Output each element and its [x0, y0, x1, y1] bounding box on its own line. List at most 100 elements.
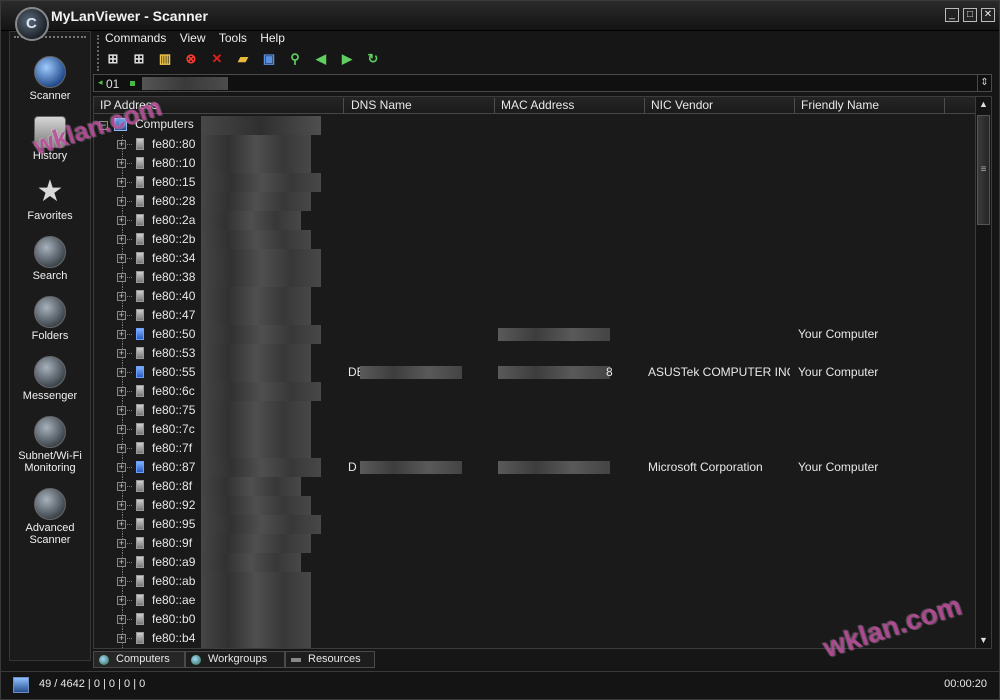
table-row[interactable]: + fe80::b4: [94, 629, 974, 648]
expand-icon[interactable]: +: [117, 349, 126, 358]
save-icon[interactable]: ▣: [261, 51, 277, 67]
expand-icon[interactable]: +: [117, 463, 126, 472]
maximize-button[interactable]: □: [963, 8, 977, 22]
refresh-icon[interactable]: ↻: [365, 51, 381, 67]
table-row[interactable]: + fe80::95: [94, 515, 974, 534]
delete-icon[interactable]: ✕: [209, 51, 225, 67]
expand-icon[interactable]: +: [117, 615, 126, 624]
table-row[interactable]: + fe80::92: [94, 496, 974, 515]
column-ip-address[interactable]: IP Address: [94, 98, 344, 113]
table-row[interactable]: + fe80::ae: [94, 591, 974, 610]
table-row[interactable]: + fe80::7c: [94, 420, 974, 439]
expand-icon[interactable]: +: [117, 444, 126, 453]
computer-icon: [136, 499, 144, 511]
table-row[interactable]: + fe80::40: [94, 287, 974, 306]
column-friendly-name[interactable]: Friendly Name: [795, 98, 945, 113]
expand-icon[interactable]: +: [117, 577, 126, 586]
sidebar-item-advanced-scanner[interactable]: Advanced Scanner: [10, 488, 90, 546]
table-row[interactable]: + fe80::ab: [94, 572, 974, 591]
address-bar[interactable]: ◂ 01 ⇕: [93, 74, 992, 92]
copy-icon[interactable]: ▥: [157, 51, 173, 67]
expand-icon[interactable]: +: [117, 501, 126, 510]
menu-commands[interactable]: Commands: [105, 31, 166, 45]
tab-workgroups[interactable]: Workgroups: [185, 651, 285, 668]
table-row[interactable]: + fe80::55 DE 8 ASUSTek COMPUTER INC Your Com…: [94, 363, 974, 382]
sidebar-item-messenger[interactable]: Messenger: [10, 356, 90, 402]
sidebar-item-scanner[interactable]: Scanner: [10, 56, 90, 102]
tab-resources[interactable]: Resources: [285, 651, 375, 668]
open-folder-icon[interactable]: ▰: [235, 51, 251, 67]
expand-icon[interactable]: +: [117, 539, 126, 548]
expand-icon[interactable]: +: [117, 216, 126, 225]
expand-icon[interactable]: +: [117, 311, 126, 320]
table-row[interactable]: + fe80::34: [94, 249, 974, 268]
table-row[interactable]: + fe80::2b: [94, 230, 974, 249]
column-mac-address[interactable]: MAC Address: [495, 98, 645, 113]
expand-icon[interactable]: +: [117, 140, 126, 149]
computer-icon: [136, 271, 144, 283]
column-dns-name[interactable]: DNS Name: [345, 98, 495, 113]
column-nic-vendor[interactable]: NIC Vendor: [645, 98, 795, 113]
network-icon: [114, 118, 127, 131]
sidebar-item-monitoring[interactable]: Subnet/Wi-Fi Monitoring: [10, 416, 90, 474]
table-row[interactable]: + fe80::75: [94, 401, 974, 420]
table-row[interactable]: + fe80::9f: [94, 534, 974, 553]
expand-icon[interactable]: +: [117, 482, 126, 491]
table-row[interactable]: + fe80::50 Your Computer: [94, 325, 974, 344]
close-button[interactable]: ✕: [981, 8, 995, 22]
sidebar-item-folders[interactable]: Folders: [10, 296, 90, 342]
expand-icon[interactable]: +: [117, 368, 126, 377]
scroll-down-icon[interactable]: ▼: [976, 633, 991, 648]
menu-help[interactable]: Help: [260, 31, 285, 45]
find-icon[interactable]: ⚲: [287, 51, 303, 67]
expand-icon[interactable]: +: [117, 197, 126, 206]
sidebar-item-favorites[interactable]: ★ Favorites: [10, 176, 90, 223]
expand-icon[interactable]: +: [117, 596, 126, 605]
expand-icon[interactable]: +: [117, 387, 126, 396]
expand-icon[interactable]: +: [117, 330, 126, 339]
table-row[interactable]: + fe80::6c: [94, 382, 974, 401]
table-row[interactable]: + fe80::47: [94, 306, 974, 325]
table-row[interactable]: + fe80::28: [94, 192, 974, 211]
table-row[interactable]: + fe80::8f: [94, 477, 974, 496]
sidebar-item-search[interactable]: Search: [10, 236, 90, 282]
table-row[interactable]: + fe80::a9: [94, 553, 974, 572]
menu-tools[interactable]: Tools: [219, 31, 247, 45]
scroll-thumb[interactable]: ≡: [977, 115, 990, 225]
scan-ip-range-icon[interactable]: ⊞: [105, 51, 121, 67]
redacted-text: [201, 287, 311, 306]
table-row[interactable]: + fe80::7f: [94, 439, 974, 458]
table-row[interactable]: + fe80::53: [94, 344, 974, 363]
expand-icon[interactable]: +: [117, 159, 126, 168]
table-row[interactable]: + fe80::b0: [94, 610, 974, 629]
expand-icon[interactable]: +: [117, 558, 126, 567]
expand-icon[interactable]: +: [117, 520, 126, 529]
expand-icon[interactable]: +: [117, 254, 126, 263]
table-row[interactable]: + fe80::15: [94, 173, 974, 192]
table-row[interactable]: + fe80::2a: [94, 211, 974, 230]
minimize-button[interactable]: _: [945, 8, 959, 22]
vertical-scrollbar[interactable]: ▲ ≡ ▼: [975, 97, 991, 648]
forward-icon[interactable]: ▶: [339, 51, 355, 67]
expand-icon[interactable]: +: [117, 235, 126, 244]
back-icon[interactable]: ◀: [313, 51, 329, 67]
scroll-up-icon[interactable]: ▲: [976, 97, 991, 112]
expand-icon[interactable]: +: [117, 406, 126, 415]
stop-icon[interactable]: ⊗: [183, 51, 199, 67]
expand-icon[interactable]: +: [117, 634, 126, 643]
expand-icon[interactable]: +: [117, 178, 126, 187]
tab-computers[interactable]: Computers: [93, 651, 185, 668]
scan-subnet-icon[interactable]: ⊞: [131, 51, 147, 67]
sidebar-item-history[interactable]: History: [10, 116, 90, 162]
expand-icon[interactable]: +: [117, 292, 126, 301]
collapse-icon[interactable]: −: [99, 121, 108, 130]
menu-view[interactable]: View: [180, 31, 206, 45]
table-row[interactable]: + fe80::80: [94, 135, 974, 154]
table-row[interactable]: + fe80::38: [94, 268, 974, 287]
chevron-down-icon[interactable]: ⇕: [977, 75, 991, 91]
table-row[interactable]: + fe80::87 D Microsoft Corporation Your Comp…: [94, 458, 974, 477]
tree-root[interactable]: − Computers: [94, 116, 974, 135]
expand-icon[interactable]: +: [117, 273, 126, 282]
table-row[interactable]: + fe80::10: [94, 154, 974, 173]
expand-icon[interactable]: +: [117, 425, 126, 434]
